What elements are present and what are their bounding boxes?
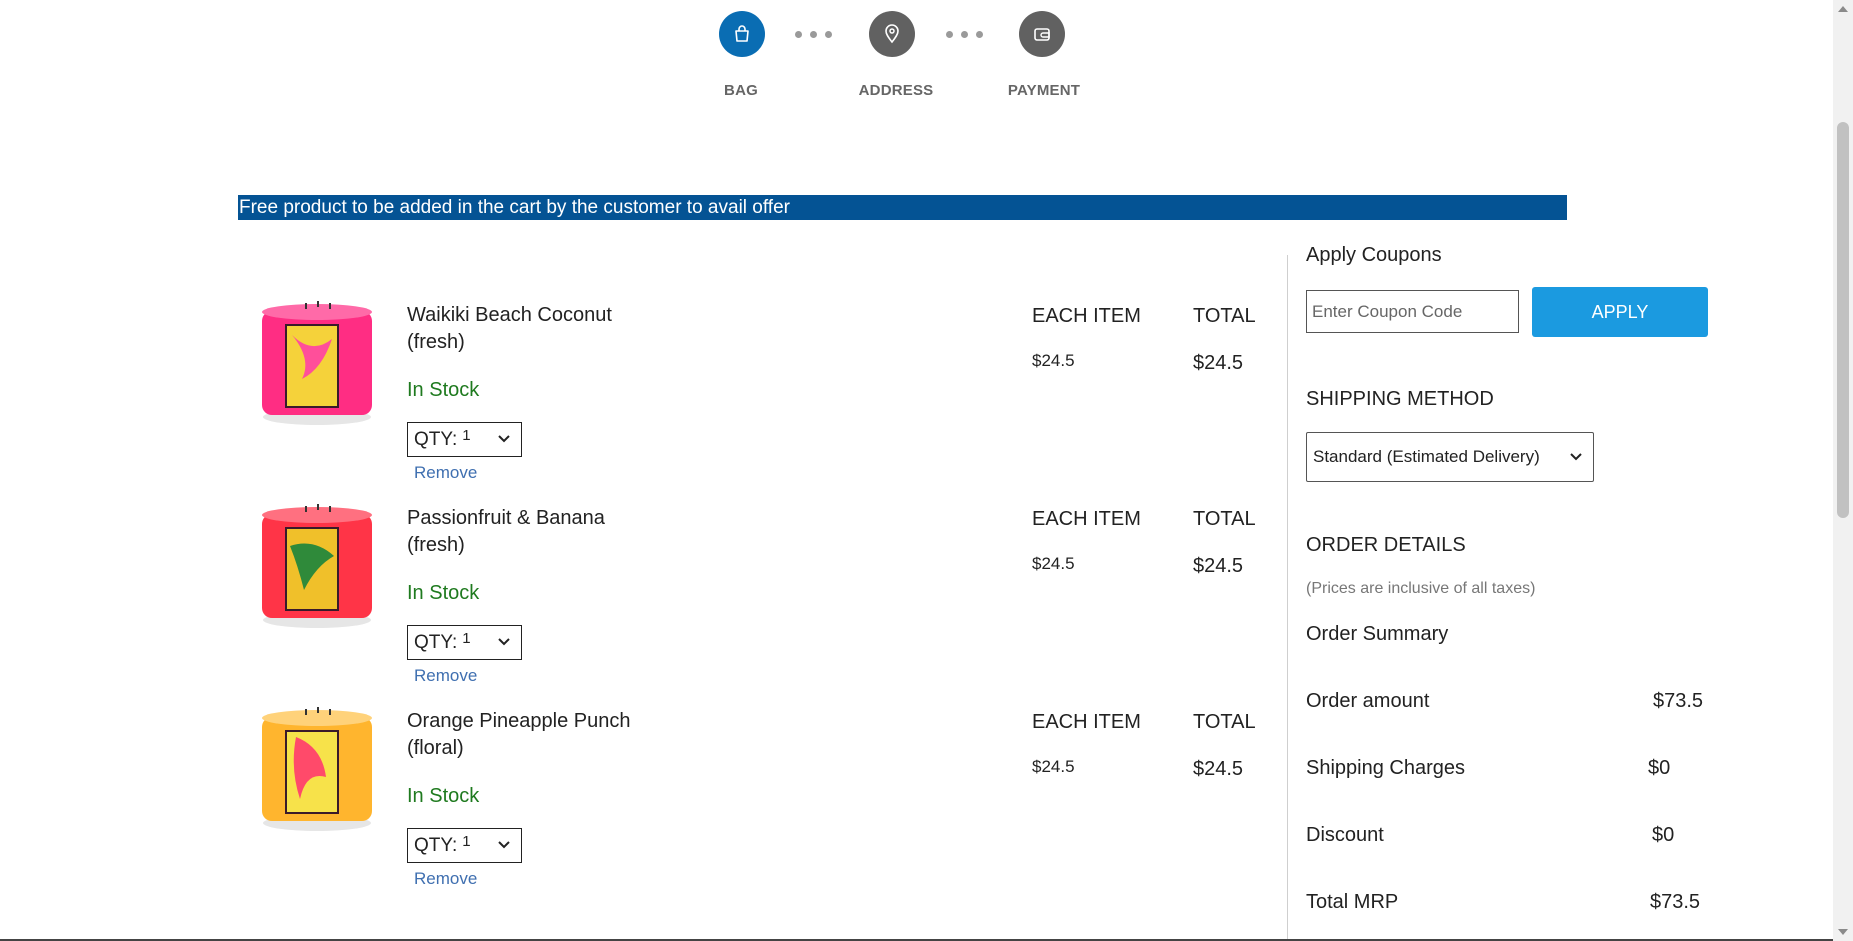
shipping-selected-value: Standard (Estimated Delivery) (1313, 447, 1540, 466)
summary-label: Order amount (1306, 690, 1430, 712)
apply-coupon-button[interactable]: APPLY (1532, 287, 1708, 337)
chevron-down-icon (498, 435, 510, 443)
scroll-down-icon[interactable] (1838, 929, 1848, 935)
cart-item: Orange Pineapple Punch (floral) In Stock… (238, 656, 1278, 888)
each-item-header: EACH ITEM (1032, 305, 1141, 327)
product-name[interactable]: Passionfruit & Banana (fresh) (407, 505, 667, 559)
cart-item: Waikiki Beach Coconut (fresh) In Stock Q… (238, 250, 1278, 482)
offer-banner: Free product to be added in the cart by … (238, 195, 1567, 220)
wallet-icon (1034, 28, 1050, 41)
checkout-stepper: BAG ADDRESS PAYMENT (0, 0, 1853, 120)
total-header: TOTAL (1193, 305, 1256, 327)
chevron-down-icon (498, 638, 510, 646)
product-name[interactable]: Waikiki Beach Coconut (fresh) (407, 302, 667, 356)
product-image (262, 504, 372, 628)
step-bag[interactable] (719, 11, 765, 57)
scroll-up-icon[interactable] (1838, 6, 1848, 12)
step-label-bag: BAG (724, 82, 758, 99)
scrollbar-thumb[interactable] (1837, 122, 1849, 518)
total-price: $24.5 (1193, 555, 1244, 577)
qty-value: 1 (462, 630, 471, 647)
order-details-title: ORDER DETAILS (1306, 534, 1466, 556)
stock-status: In Stock (407, 785, 480, 807)
total-price: $24.5 (1193, 758, 1244, 780)
stock-status: In Stock (407, 379, 480, 401)
chevron-down-icon (498, 841, 510, 849)
summary-label: Total MRP (1306, 891, 1399, 913)
step-label-payment: PAYMENT (1007, 82, 1081, 99)
each-item-header: EACH ITEM (1032, 508, 1141, 530)
column-divider (1287, 255, 1288, 941)
page-scrollbar[interactable] (1833, 0, 1853, 941)
step-address[interactable] (869, 11, 915, 57)
each-item-price: $24.5 (1032, 757, 1075, 776)
each-item-price: $24.5 (1032, 351, 1075, 370)
product-image (262, 707, 372, 831)
summary-label: Discount (1306, 824, 1384, 846)
product-image (262, 301, 372, 425)
order-summary-title: Order Summary (1306, 623, 1449, 645)
apply-coupons-title: Apply Coupons (1306, 244, 1442, 266)
qty-value: 1 (462, 427, 471, 444)
bag-icon (735, 25, 749, 42)
stock-status: In Stock (407, 582, 480, 604)
step-label-address: ADDRESS (858, 82, 934, 99)
summary-value: $0 (1652, 824, 1675, 846)
summary-label: Shipping Charges (1306, 757, 1465, 779)
qty-value: 1 (462, 833, 471, 850)
total-header: TOTAL (1193, 711, 1256, 733)
quantity-select[interactable]: QTY: 1 (407, 422, 522, 457)
quantity-select[interactable]: QTY: 1 (407, 625, 522, 660)
summary-value: $73.5 (1653, 690, 1704, 712)
product-name[interactable]: Orange Pineapple Punch (floral) (407, 708, 667, 762)
coupon-code-input[interactable] (1306, 290, 1519, 333)
location-pin-icon (885, 24, 899, 44)
qty-label: QTY: (414, 631, 458, 653)
step-connector (946, 31, 983, 38)
quantity-select[interactable]: QTY: 1 (407, 828, 522, 863)
summary-value: $73.5 (1650, 891, 1701, 913)
remove-link[interactable]: Remove (414, 869, 477, 889)
chevron-down-icon (1570, 453, 1582, 461)
each-item-header: EACH ITEM (1032, 711, 1141, 733)
total-header: TOTAL (1193, 508, 1256, 530)
summary-value: $0 (1648, 757, 1671, 779)
qty-label: QTY: (414, 834, 458, 856)
step-payment[interactable] (1019, 11, 1065, 57)
tax-note: (Prices are inclusive of all taxes) (1306, 580, 1536, 597)
cart-item: Passionfruit & Banana (fresh) In Stock Q… (238, 453, 1278, 685)
qty-label: QTY: (414, 428, 458, 450)
total-price: $24.5 (1193, 352, 1244, 374)
shipping-method-select[interactable]: Standard (Estimated Delivery) (1306, 432, 1594, 482)
each-item-price: $24.5 (1032, 554, 1075, 573)
shipping-method-title: SHIPPING METHOD (1306, 388, 1494, 410)
step-connector (795, 31, 832, 38)
